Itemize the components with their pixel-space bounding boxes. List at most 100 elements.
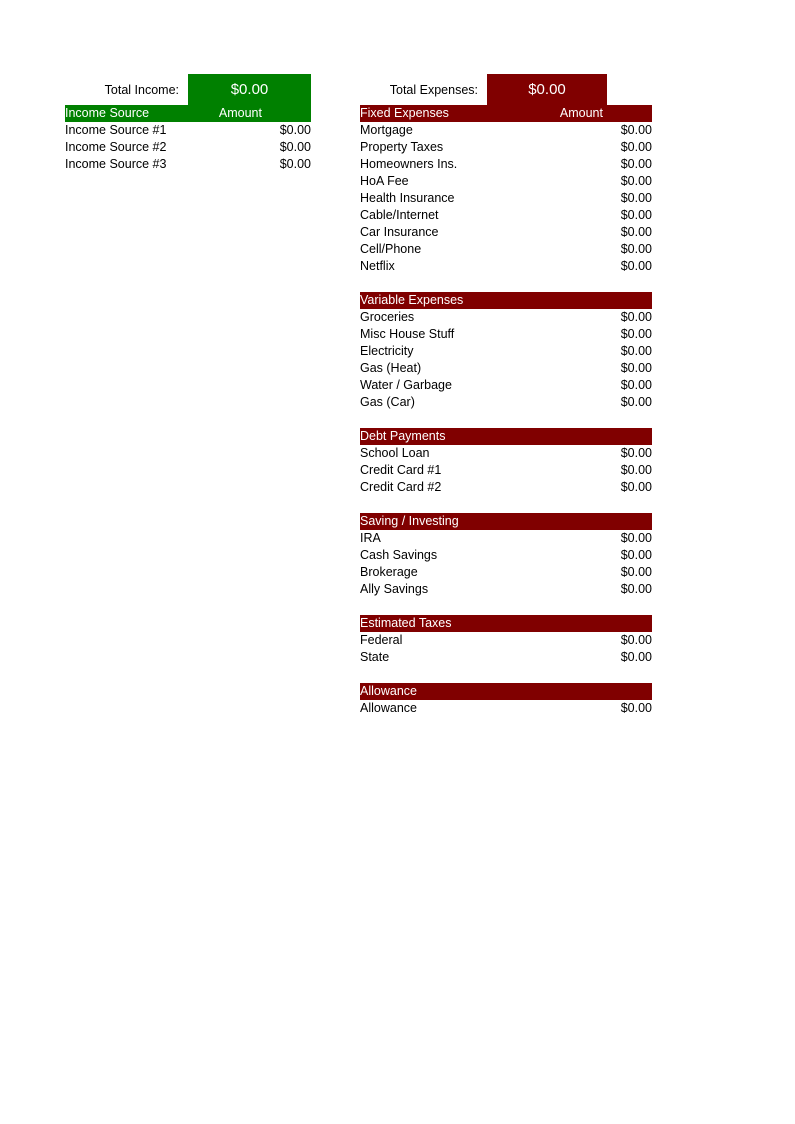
expense-row-amount[interactable]: $0.00 xyxy=(506,479,652,496)
expense-row-name[interactable]: Cell/Phone xyxy=(360,241,506,258)
expense-row-name[interactable]: Ally Savings xyxy=(360,581,506,598)
expense-section-amount-header xyxy=(506,683,652,700)
expense-row-name[interactable]: Credit Card #1 xyxy=(360,462,506,479)
table-row[interactable]: Misc House Stuff $0.00 xyxy=(360,326,652,343)
expense-row-name[interactable]: Federal xyxy=(360,632,506,649)
income-panel: Total Income: $0.00 Income Source Amount… xyxy=(65,74,311,173)
expense-row-amount[interactable]: $0.00 xyxy=(506,343,652,360)
table-row[interactable]: Income Source #3 $0.00 xyxy=(65,156,311,173)
table-row[interactable]: Gas (Car) $0.00 xyxy=(360,394,652,411)
expense-row-name[interactable]: Property Taxes xyxy=(360,139,506,156)
expense-row-name[interactable]: School Loan xyxy=(360,445,506,462)
table-row[interactable]: State $0.00 xyxy=(360,649,652,666)
expense-row-name[interactable]: Allowance xyxy=(360,700,506,717)
expense-row-amount[interactable]: $0.00 xyxy=(506,462,652,479)
table-row[interactable]: Credit Card #2 $0.00 xyxy=(360,479,652,496)
expense-row-name[interactable]: Netflix xyxy=(360,258,506,275)
expense-section-title: Fixed Expenses xyxy=(360,105,506,122)
expense-row-name[interactable]: Brokerage xyxy=(360,564,506,581)
expense-row-name[interactable]: Gas (Heat) xyxy=(360,360,506,377)
expense-row-amount[interactable]: $0.00 xyxy=(506,122,652,139)
expense-row-amount[interactable]: $0.00 xyxy=(506,581,652,598)
table-row[interactable]: Ally Savings $0.00 xyxy=(360,581,652,598)
expense-row-name[interactable]: Cable/Internet xyxy=(360,207,506,224)
expense-row-name[interactable]: Misc House Stuff xyxy=(360,326,506,343)
expense-row-name[interactable]: Electricity xyxy=(360,343,506,360)
table-row[interactable]: HoA Fee $0.00 xyxy=(360,173,652,190)
table-row[interactable]: Water / Garbage $0.00 xyxy=(360,377,652,394)
table-row[interactable]: Property Taxes $0.00 xyxy=(360,139,652,156)
expense-section-header-row: Estimated Taxes xyxy=(360,615,652,632)
table-row[interactable]: Homeowners Ins. $0.00 xyxy=(360,156,652,173)
expense-section-amount-header: Amount xyxy=(506,105,652,122)
table-row[interactable]: Gas (Heat) $0.00 xyxy=(360,360,652,377)
expense-row-amount[interactable]: $0.00 xyxy=(506,564,652,581)
expense-row-amount[interactable]: $0.00 xyxy=(506,207,652,224)
expense-row-amount[interactable]: $0.00 xyxy=(506,173,652,190)
expense-row-amount[interactable]: $0.00 xyxy=(506,326,652,343)
section-spacer-cell xyxy=(360,496,652,513)
income-row-name[interactable]: Income Source #2 xyxy=(65,139,188,156)
table-row[interactable]: School Loan $0.00 xyxy=(360,445,652,462)
table-row[interactable]: Groceries $0.00 xyxy=(360,309,652,326)
table-row[interactable]: Electricity $0.00 xyxy=(360,343,652,360)
income-table-header-row: Income Source Amount xyxy=(65,105,311,122)
expense-row-amount[interactable]: $0.00 xyxy=(506,547,652,564)
total-income-value[interactable]: $0.00 xyxy=(188,74,311,105)
expense-row-amount[interactable]: $0.00 xyxy=(506,445,652,462)
table-row[interactable]: Car Insurance $0.00 xyxy=(360,224,652,241)
table-row[interactable]: Mortgage $0.00 xyxy=(360,122,652,139)
total-expenses-value[interactable]: $0.00 xyxy=(487,74,607,105)
expense-row-amount[interactable]: $0.00 xyxy=(506,139,652,156)
expense-row-amount[interactable]: $0.00 xyxy=(506,700,652,717)
expense-row-amount[interactable]: $0.00 xyxy=(506,360,652,377)
expense-row-name[interactable]: Mortgage xyxy=(360,122,506,139)
table-row[interactable]: Income Source #1 $0.00 xyxy=(65,122,311,139)
expense-row-amount[interactable]: $0.00 xyxy=(506,156,652,173)
income-row-amount[interactable]: $0.00 xyxy=(188,139,311,156)
income-row-name[interactable]: Income Source #3 xyxy=(65,156,188,173)
expense-row-name[interactable]: Credit Card #2 xyxy=(360,479,506,496)
expense-row-amount[interactable]: $0.00 xyxy=(506,190,652,207)
table-row[interactable]: Cash Savings $0.00 xyxy=(360,547,652,564)
expense-row-amount[interactable]: $0.00 xyxy=(506,530,652,547)
expense-row-amount[interactable]: $0.00 xyxy=(506,632,652,649)
table-row[interactable]: Cable/Internet $0.00 xyxy=(360,207,652,224)
expense-row-amount[interactable]: $0.00 xyxy=(506,649,652,666)
table-row[interactable]: Income Source #2 $0.00 xyxy=(65,139,311,156)
expense-row-amount[interactable]: $0.00 xyxy=(506,241,652,258)
expense-row-name[interactable]: Cash Savings xyxy=(360,547,506,564)
table-row[interactable]: Cell/Phone $0.00 xyxy=(360,241,652,258)
expense-row-name[interactable]: Water / Garbage xyxy=(360,377,506,394)
table-row[interactable]: Netflix $0.00 xyxy=(360,258,652,275)
section-spacer-cell xyxy=(360,598,652,615)
expense-table: Fixed Expenses Amount Mortgage $0.00 Propert… xyxy=(360,105,652,717)
table-row[interactable]: Allowance $0.00 xyxy=(360,700,652,717)
table-row[interactable]: Federal $0.00 xyxy=(360,632,652,649)
table-row[interactable]: Brokerage $0.00 xyxy=(360,564,652,581)
income-row-name[interactable]: Income Source #1 xyxy=(65,122,188,139)
expense-row-name[interactable]: Health Insurance xyxy=(360,190,506,207)
income-table-body: Income Source Amount Income Source #1 $0… xyxy=(65,105,311,173)
table-row[interactable]: Health Insurance $0.00 xyxy=(360,190,652,207)
income-row-amount[interactable]: $0.00 xyxy=(188,122,311,139)
income-row-amount[interactable]: $0.00 xyxy=(188,156,311,173)
income-table: Income Source Amount Income Source #1 $0… xyxy=(65,105,311,173)
expense-row-name[interactable]: State xyxy=(360,649,506,666)
expense-row-name[interactable]: Car Insurance xyxy=(360,224,506,241)
expense-table-body: Fixed Expenses Amount Mortgage $0.00 Propert… xyxy=(360,105,652,717)
table-row[interactable]: IRA $0.00 xyxy=(360,530,652,547)
expense-row-name[interactable]: Groceries xyxy=(360,309,506,326)
expense-row-amount[interactable]: $0.00 xyxy=(506,394,652,411)
expense-row-amount[interactable]: $0.00 xyxy=(506,224,652,241)
expense-section-amount-header xyxy=(506,615,652,632)
expense-row-name[interactable]: HoA Fee xyxy=(360,173,506,190)
expense-row-amount[interactable]: $0.00 xyxy=(506,258,652,275)
expense-row-amount[interactable]: $0.00 xyxy=(506,309,652,326)
expense-row-name[interactable]: Homeowners Ins. xyxy=(360,156,506,173)
expense-row-name[interactable]: Gas (Car) xyxy=(360,394,506,411)
expense-row-amount[interactable]: $0.00 xyxy=(506,377,652,394)
expense-row-name[interactable]: IRA xyxy=(360,530,506,547)
table-row[interactable]: Credit Card #1 $0.00 xyxy=(360,462,652,479)
expense-section-header-row: Saving / Investing xyxy=(360,513,652,530)
